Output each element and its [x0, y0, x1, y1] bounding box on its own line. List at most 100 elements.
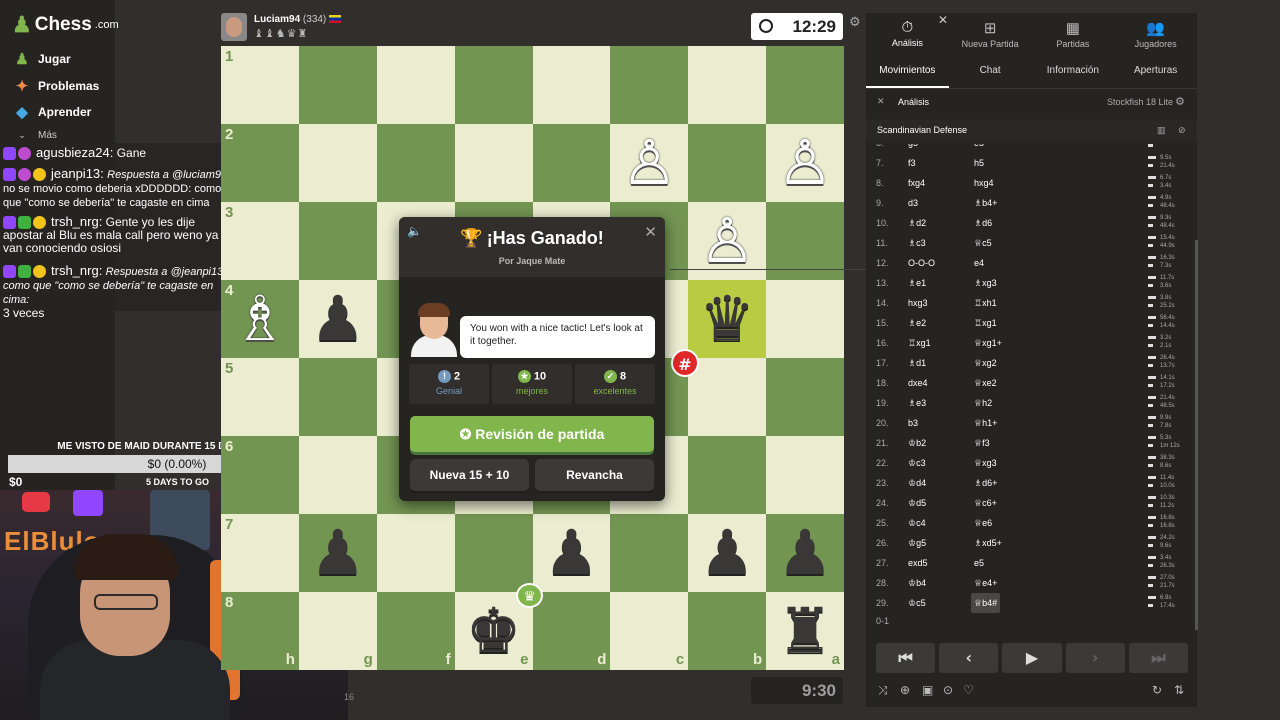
white-move[interactable]: ♗e1 [908, 273, 926, 293]
tab-games[interactable]: ▦ Partidas [1032, 13, 1115, 57]
white-move[interactable]: ♔d4 [908, 473, 926, 493]
move-row[interactable]: 17. ♗d1 ♕xg2 26.4s 13.7s [866, 353, 1197, 373]
move-row[interactable]: 20. b3 ♕h1+ 9.9s 7.8s [866, 413, 1197, 433]
move-row[interactable]: 6.g5e548.4s [866, 144, 1197, 153]
board-square[interactable]: a ♜ [766, 592, 844, 670]
chess-logo[interactable]: ♟ Chess .com [12, 12, 119, 38]
white-piece[interactable]: ♗ [221, 280, 299, 358]
board-square[interactable] [688, 436, 767, 514]
board-square[interactable] [298, 202, 377, 280]
board-square[interactable]: c [610, 592, 689, 670]
board-square[interactable] [610, 46, 689, 124]
board-square[interactable]: ♟ [298, 280, 377, 358]
white-move[interactable]: O-O-O [908, 253, 935, 273]
black-move[interactable]: ♗xg3 [974, 273, 997, 293]
board-square[interactable] [532, 46, 611, 124]
white-piece[interactable]: ♙ [766, 124, 844, 202]
board-square[interactable] [376, 124, 455, 202]
board-square[interactable] [766, 46, 844, 124]
nav-item-puzzles[interactable]: ✦ Problemas [14, 77, 100, 95]
black-move[interactable]: ♖xg1 [974, 313, 997, 333]
white-move[interactable]: dxe4 [908, 373, 928, 393]
board-square[interactable]: 5 [221, 358, 299, 436]
move-row[interactable]: 28. ♔b4 ♕e4+ 27.0s 21.7s [866, 573, 1197, 593]
board-square[interactable]: f [376, 592, 455, 670]
white-move[interactable]: g5 [908, 144, 918, 153]
prev-move-button[interactable]: ‹ [939, 643, 999, 673]
tab-new-game[interactable]: ⊞ Nueva Partida [949, 13, 1032, 57]
board-square[interactable] [766, 358, 844, 436]
black-move[interactable]: ♖xh1 [974, 293, 997, 313]
move-row[interactable]: 21. ♔b2 ♕f3 5.3s 1m 12s [866, 433, 1197, 453]
player-name[interactable]: Luciam94 (334) [254, 14, 342, 25]
white-move[interactable]: hxg3 [908, 293, 928, 313]
move-row[interactable]: 13. ♗e1 ♗xg3 11.7s 3.6s [866, 273, 1197, 293]
black-move[interactable]: e4 [974, 253, 984, 273]
board-square[interactable]: ♙ [610, 124, 689, 202]
tab-players[interactable]: 👥 Jugadores [1114, 13, 1197, 57]
white-move[interactable]: ♔g5 [908, 533, 926, 553]
move-row[interactable]: 12. O-O-O e4 16.3s 7.3s [866, 253, 1197, 273]
close-analysis-icon[interactable]: ✕ [938, 13, 948, 27]
black-move[interactable]: ♗d6 [974, 213, 992, 233]
board-square[interactable]: ♛ [688, 280, 767, 358]
move-row[interactable]: 7. f3 h5 9.5s 21.4s [866, 153, 1197, 173]
book-icon[interactable]: ▥ [1157, 119, 1166, 141]
tab-analysis[interactable]: ⏱ Análisis [866, 13, 949, 57]
board-square[interactable]: d [532, 592, 611, 670]
board-square[interactable] [376, 514, 455, 592]
zoom-icon[interactable]: ⊙ [943, 683, 953, 697]
black-move[interactable]: e5 [974, 144, 984, 153]
new-game-button[interactable]: Nueva 15 + 10 [410, 459, 529, 491]
move-row[interactable]: 29. ♔c5 ♕b4# 6.9s 17.4s [866, 593, 1197, 613]
next-move-button[interactable]: › [1065, 643, 1125, 673]
play-button[interactable]: ▶ [1002, 643, 1062, 673]
black-move[interactable]: ♗b4+ [974, 193, 997, 213]
black-piece[interactable]: ♟ [299, 280, 377, 358]
black-move[interactable]: ♕xg1+ [974, 333, 1002, 353]
board-square[interactable] [298, 358, 377, 436]
move-row[interactable]: 15. ♗e2 ♖xg1 56.4s 14.4s [866, 313, 1197, 333]
black-move[interactable]: ♕e4+ [974, 573, 997, 593]
board-square[interactable] [454, 124, 533, 202]
flip-board-icon[interactable]: ⇅ [1174, 683, 1184, 697]
white-move[interactable]: ♗d2 [908, 213, 926, 233]
stat-brilliant[interactable]: ! 2 Genial [409, 364, 489, 404]
board-square[interactable]: 3 [221, 202, 299, 280]
stat-excellent[interactable]: ✓ 8 excelentes [575, 364, 655, 404]
black-move[interactable]: h5 [974, 153, 984, 173]
board-square[interactable] [454, 46, 533, 124]
move-row[interactable]: 18. dxe4 ♕xe2 14.1s 17.2s [866, 373, 1197, 393]
black-move[interactable]: ♗d6+ [974, 473, 997, 493]
board-square[interactable]: 4 ♗ [221, 280, 299, 358]
white-move[interactable]: ♔c4 [908, 513, 926, 533]
board-square[interactable]: ♟ [688, 514, 767, 592]
download-icon[interactable]: ⊕ [900, 683, 910, 697]
board-square[interactable] [766, 280, 844, 358]
white-move[interactable]: ♔b2 [908, 433, 926, 453]
move-row[interactable]: 22. ♔c3 ♕xg3 38.3s 8.6s [866, 453, 1197, 473]
black-move[interactable]: ♕xg3 [974, 453, 997, 473]
board-square[interactable]: b [688, 592, 767, 670]
move-row[interactable]: 23. ♔d4 ♗d6+ 11.4s 10.0s [866, 473, 1197, 493]
board-square[interactable] [532, 124, 611, 202]
white-move[interactable]: ♔c3 [908, 453, 926, 473]
tab-chat[interactable]: Chat [949, 57, 1032, 88]
engine-toggle-icon[interactable]: ✕ [877, 96, 885, 107]
tab-info[interactable]: Información [1032, 57, 1115, 88]
board-square[interactable] [610, 514, 689, 592]
move-row[interactable]: 25. ♔c4 ♕e6 16.8s 16.8s [866, 513, 1197, 533]
black-move[interactable]: ♕h2 [974, 393, 992, 413]
board-square[interactable] [376, 46, 455, 124]
black-piece[interactable]: ♟ [533, 514, 611, 592]
board-square[interactable] [766, 436, 844, 514]
white-move[interactable]: b3 [908, 413, 918, 433]
black-piece[interactable]: ♟ [299, 514, 377, 592]
move-row[interactable]: 26. ♔g5 ♗xd5+ 24.2s 9.6s [866, 533, 1197, 553]
black-move[interactable]: ♕b4# [971, 593, 1001, 613]
black-move[interactable]: ♕c6+ [974, 493, 997, 513]
board-square[interactable] [298, 436, 377, 514]
board-square[interactable]: 1 [221, 46, 299, 124]
board-square[interactable] [298, 124, 377, 202]
last-move-button[interactable]: ⏭ [1128, 643, 1189, 673]
